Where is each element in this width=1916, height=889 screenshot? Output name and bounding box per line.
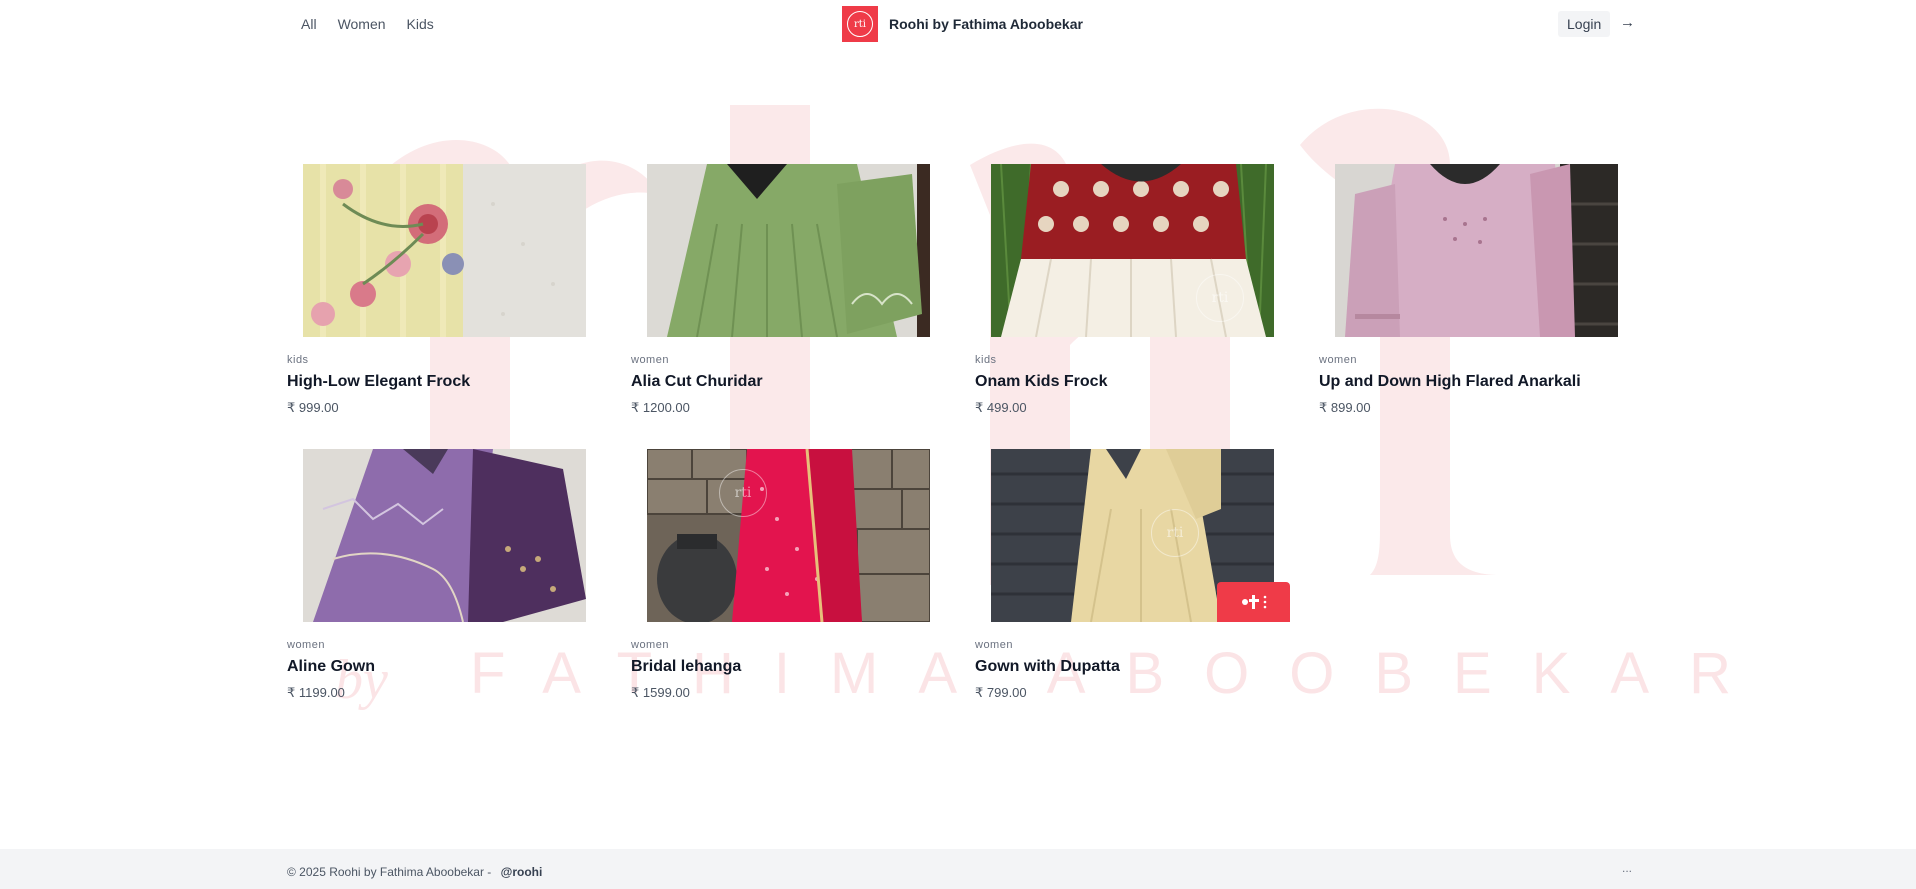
product-title[interactable]: Alia Cut Churidar [631,373,763,391]
logo-mark: rti [847,11,873,37]
nav-all[interactable]: All [301,16,317,32]
product-category: women [287,639,325,651]
category-nav: All Women Kids [301,16,455,32]
product-price: ₹ 1200.00 [631,400,690,415]
social-handle-link[interactable]: @roohi [501,865,543,879]
image-watermark-logo: rti [1151,509,1199,557]
product-image[interactable] [303,449,586,622]
login-button[interactable]: Login [1558,11,1611,37]
product-image[interactable] [303,164,586,337]
product-title[interactable]: High-Low Elegant Frock [287,373,470,391]
footer-copyright: © 2025 Roohi by Fathima Aboobekar - @roo… [287,865,542,879]
product-image[interactable] [1335,164,1618,337]
chat-logo-icon [1241,595,1266,609]
image-watermark-logo: rti [1196,274,1244,322]
product-category: women [631,354,669,366]
nav-kids[interactable]: Kids [407,16,434,32]
product-price: ₹ 799.00 [975,685,1027,700]
product-category: women [631,639,669,651]
product-category: kids [975,354,997,366]
product-title[interactable]: Up and Down High Flared Anarkali [1319,373,1581,391]
brand-home-link[interactable]: rti Roohi by Fathima Aboobekar [842,6,1083,42]
arrow-right-icon[interactable]: → [1620,14,1635,31]
image-watermark-logo: rti [719,469,767,517]
product-price: ₹ 499.00 [975,400,1027,415]
product-price: ₹ 899.00 [1319,400,1371,415]
product-category: kids [287,354,309,366]
product-title[interactable]: Gown with Dupatta [975,658,1120,676]
product-title[interactable]: Onam Kids Frock [975,373,1107,391]
site-footer: © 2025 Roohi by Fathima Aboobekar - @roo… [0,849,1916,889]
product-price: ₹ 1199.00 [287,685,345,700]
product-image[interactable]: rti [991,164,1274,337]
nav-women[interactable]: Women [338,16,386,32]
product-price: ₹ 999.00 [287,400,339,415]
product-title[interactable]: Bridal lehanga [631,658,741,676]
product-image[interactable]: rti [647,449,930,622]
product-title[interactable]: Aline Gown [287,658,375,676]
copyright-text: © 2025 Roohi by Fathima Aboobekar - [287,865,492,879]
floating-chat-button[interactable] [1217,582,1290,622]
product-category: women [975,639,1013,651]
brand-logo: rti [842,6,878,42]
brand-name: Roohi by Fathima Aboobekar [889,16,1083,32]
product-image[interactable] [647,164,930,337]
more-options-icon[interactable]: ... [1622,861,1632,875]
product-category: women [1319,354,1357,366]
product-price: ₹ 1599.00 [631,685,690,700]
site-header: All Women Kids rti Roohi by Fathima Aboo… [0,0,1916,48]
